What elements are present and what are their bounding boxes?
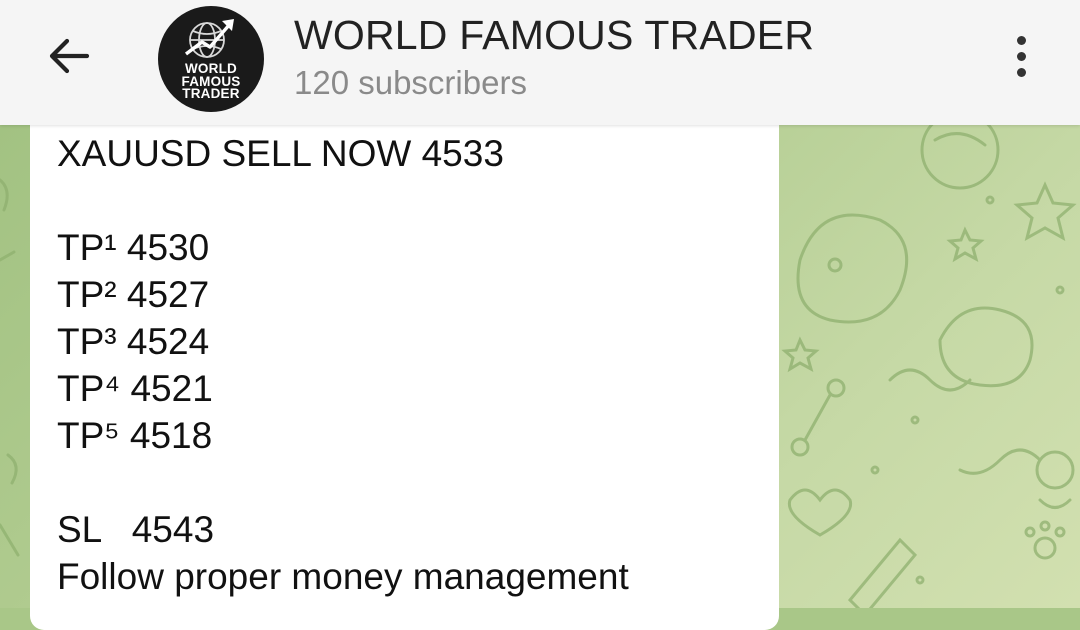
- avatar-logo-text: WORLD FAMOUS TRADER: [181, 61, 241, 101]
- take-profit-2: TP² 4527: [57, 274, 210, 315]
- more-options-button[interactable]: [1000, 28, 1042, 84]
- take-profit-1: TP¹ 4530: [57, 227, 210, 268]
- signal-line: XAUUSD SELL NOW 4533: [57, 133, 504, 174]
- arrow-left-icon: [49, 38, 90, 74]
- globe-trend-arrow-icon: [184, 19, 234, 58]
- take-profit-4: TP⁴ 4521: [57, 368, 213, 409]
- back-button[interactable]: [36, 28, 102, 84]
- subscriber-count: 120 subscribers: [294, 64, 527, 101]
- more-vertical-icon: [1016, 35, 1026, 45]
- message-text: XAUUSD SELL NOW 4533 TP¹ 4530 TP² 4527 T…: [57, 130, 629, 600]
- take-profit-5: TP⁵ 4518: [57, 415, 213, 456]
- channel-header: WORLD FAMOUS TRADER WORLD FAMOUS TRADER …: [0, 0, 1080, 125]
- channel-title[interactable]: WORLD FAMOUS TRADER: [294, 12, 814, 59]
- stop-loss: SL 4543: [57, 509, 215, 550]
- money-management-note: Follow proper money management: [57, 556, 629, 597]
- take-profit-3: TP³ 4524: [57, 321, 210, 362]
- channel-avatar[interactable]: WORLD FAMOUS TRADER: [158, 6, 264, 112]
